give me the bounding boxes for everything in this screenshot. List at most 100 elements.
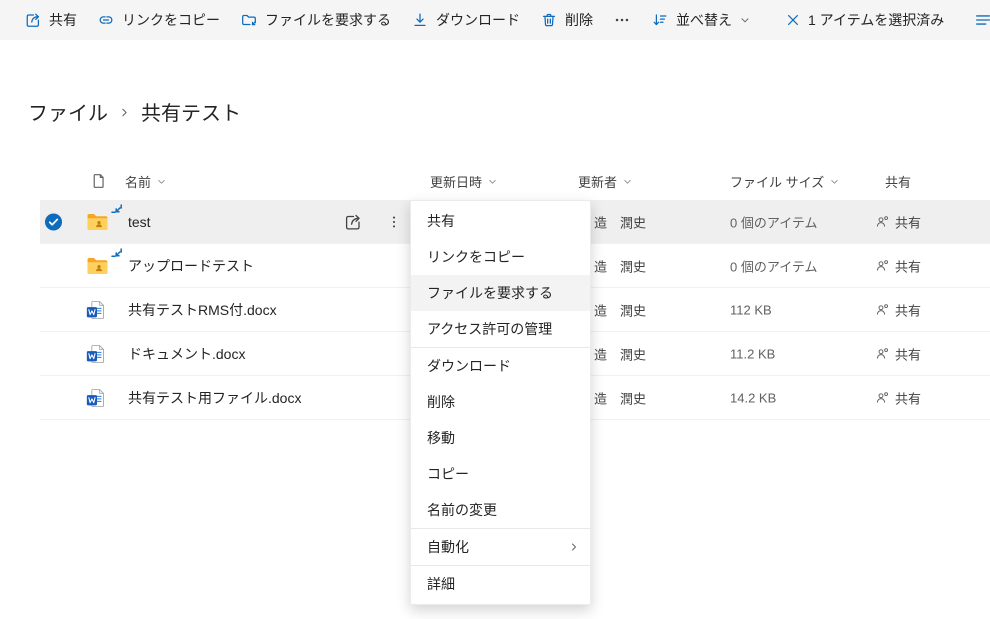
chevron-right-icon xyxy=(118,104,131,119)
menu-item-label: 移動 xyxy=(427,428,455,448)
modified-by: 造 潤史 xyxy=(594,256,646,275)
menu-item-label: 自動化 xyxy=(427,537,469,557)
file-size: 11.2 KB xyxy=(730,346,775,361)
word-document-icon xyxy=(86,300,106,320)
modified-column-header[interactable]: 更新日時 xyxy=(430,172,498,191)
sharing-status[interactable]: 共有 xyxy=(875,300,921,319)
dismiss-icon xyxy=(785,12,801,28)
sharing-label: 共有 xyxy=(895,388,921,407)
document-icon xyxy=(90,172,108,190)
trash-icon xyxy=(540,11,558,29)
more-commands-button[interactable] xyxy=(603,0,641,40)
sharing-column-header[interactable]: 共有 xyxy=(885,172,911,191)
share-icon xyxy=(24,11,42,29)
people-icon xyxy=(875,258,890,273)
chevron-right-icon xyxy=(568,541,580,553)
word-document-icon xyxy=(86,344,106,364)
breadcrumb: ファイル 共有テスト xyxy=(28,97,241,126)
file-type-column-header[interactable] xyxy=(90,172,108,190)
people-icon xyxy=(875,346,890,361)
onedrive-file-browser: 共有 リンクをコピー ファイルを要求する xyxy=(0,0,990,619)
menu-item-label: コピー xyxy=(427,464,469,484)
menu-item-label: 詳細 xyxy=(427,574,455,594)
list-header: 名前 更新日時 更新者 ファイル サイズ 共有 xyxy=(0,168,990,200)
context-menu-item[interactable]: 自動化 xyxy=(411,529,590,565)
copy-link-button[interactable]: リンクをコピー xyxy=(87,0,230,40)
sort-button[interactable]: 並べ替え xyxy=(641,0,761,40)
context-menu-item[interactable]: リンクをコピー xyxy=(411,239,590,275)
menu-item-label: 共有 xyxy=(427,211,455,231)
sharing-label: 共有 xyxy=(895,212,921,231)
context-menu-item[interactable]: 削除 xyxy=(411,384,590,420)
row-checkbox-checked[interactable] xyxy=(44,212,63,231)
row-share-icon[interactable] xyxy=(343,212,363,232)
share-label: 共有 xyxy=(49,10,77,30)
link-icon xyxy=(97,11,115,29)
download-label: ダウンロード xyxy=(436,10,520,30)
modified-by-column-header[interactable]: 更新者 xyxy=(578,172,633,191)
shared-folder-icon xyxy=(86,256,109,275)
file-name[interactable]: アップロードテスト xyxy=(128,256,254,276)
context-menu-item[interactable]: 共有 xyxy=(411,203,590,239)
context-menu-item[interactable]: コピー xyxy=(411,456,590,492)
sharing-label: 共有 xyxy=(895,300,921,319)
file-size: 0 個のアイテム xyxy=(730,256,818,275)
download-button[interactable]: ダウンロード xyxy=(401,0,530,40)
sharing-status[interactable]: 共有 xyxy=(875,212,921,231)
delete-button[interactable]: 削除 xyxy=(530,0,603,40)
context-menu-item[interactable]: ファイルを要求する xyxy=(411,275,590,311)
sharing-status[interactable]: 共有 xyxy=(875,388,921,407)
share-button[interactable]: 共有 xyxy=(14,0,87,40)
clear-selection-button[interactable]: 1 アイテムを選択済み xyxy=(775,0,954,40)
people-icon xyxy=(875,214,890,229)
modified-by: 造 潤史 xyxy=(594,212,646,231)
modified-by: 造 潤史 xyxy=(594,300,646,319)
selection-status: 1 アイテムを選択済み xyxy=(808,10,944,30)
breadcrumb-item-files[interactable]: ファイル xyxy=(28,97,108,126)
context-menu-item[interactable]: ダウンロード xyxy=(411,348,590,384)
menu-item-label: ダウンロード xyxy=(427,356,511,376)
file-name[interactable]: 共有テスト用ファイル.docx xyxy=(128,388,301,408)
chevron-down-icon xyxy=(829,176,840,187)
chevron-down-icon xyxy=(156,176,167,187)
download-icon xyxy=(411,11,429,29)
sort-label: 並べ替え xyxy=(676,10,732,30)
context-menu-item[interactable]: 詳細 xyxy=(411,566,590,602)
context-menu-item[interactable]: 移動 xyxy=(411,420,590,456)
file-size-column-header[interactable]: ファイル サイズ xyxy=(730,172,840,191)
context-menu-item[interactable]: 名前の変更 xyxy=(411,492,590,528)
breadcrumb-item-current[interactable]: 共有テスト xyxy=(141,97,241,126)
new-item-sparkle-icon xyxy=(111,204,125,218)
people-icon xyxy=(875,390,890,405)
name-column-header[interactable]: 名前 xyxy=(125,172,167,191)
word-document-icon xyxy=(86,388,106,408)
file-size: 14.2 KB xyxy=(730,390,776,405)
copy-link-label: リンクをコピー xyxy=(122,10,220,30)
context-menu: 共有リンクをコピーファイルを要求するアクセス許可の管理ダウンロード削除移動コピー… xyxy=(410,200,591,605)
new-item-sparkle-icon xyxy=(111,248,125,262)
modified-by: 造 潤史 xyxy=(594,344,646,363)
shared-folder-icon xyxy=(86,212,109,231)
people-icon xyxy=(875,302,890,317)
chevron-down-icon xyxy=(739,14,751,26)
request-files-icon xyxy=(240,11,258,29)
command-bar-right: 並べ替え 1 アイテムを選択済み xyxy=(641,0,990,40)
delete-label: 削除 xyxy=(565,10,593,30)
sharing-status[interactable]: 共有 xyxy=(875,256,921,275)
command-bar: 共有 リンクをコピー ファイルを要求する xyxy=(0,0,990,40)
menu-item-label: リンクをコピー xyxy=(427,247,525,267)
file-size: 112 KB xyxy=(730,302,772,317)
modified-by: 造 潤史 xyxy=(594,388,646,407)
sharing-status[interactable]: 共有 xyxy=(875,344,921,363)
menu-item-label: ファイルを要求する xyxy=(427,283,553,303)
file-name[interactable]: 共有テストRMS付.docx xyxy=(128,300,277,320)
sharing-label: 共有 xyxy=(895,256,921,275)
row-more-icon[interactable] xyxy=(386,214,402,230)
context-menu-item[interactable]: アクセス許可の管理 xyxy=(411,311,590,347)
file-name[interactable]: ドキュメント.docx xyxy=(128,344,245,364)
request-files-button[interactable]: ファイルを要求する xyxy=(230,0,401,40)
view-options-button[interactable] xyxy=(964,0,990,40)
chevron-down-icon xyxy=(622,176,633,187)
menu-item-label: 名前の変更 xyxy=(427,500,497,520)
file-name[interactable]: test xyxy=(128,214,151,230)
